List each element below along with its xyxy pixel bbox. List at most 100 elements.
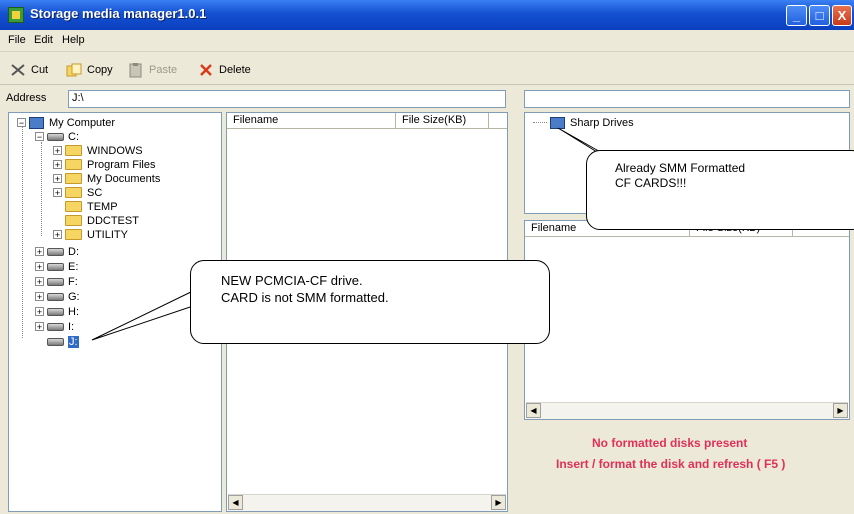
scissors-icon bbox=[11, 64, 25, 76]
menu-bar: File Edit Help bbox=[0, 30, 854, 52]
tree-label: UTILITY bbox=[87, 228, 128, 241]
maximize-button[interactable]: □ bbox=[809, 5, 830, 26]
tree-label: Sharp Drives bbox=[570, 116, 634, 129]
expand-icon[interactable]: + bbox=[53, 230, 62, 240]
tree-item-drive[interactable]: + I: bbox=[35, 320, 74, 333]
column-header-filename[interactable]: Filename bbox=[227, 113, 396, 128]
tree-item-folder[interactable]: + UTILITY bbox=[53, 228, 128, 241]
scroll-left-icon[interactable]: ◀ bbox=[526, 403, 541, 418]
tree-label: H: bbox=[68, 305, 79, 318]
drive-icon bbox=[47, 247, 64, 256]
folder-icon bbox=[65, 159, 82, 170]
horizontal-scrollbar[interactable]: ◀ ▶ bbox=[526, 402, 848, 419]
computer-icon bbox=[29, 116, 44, 129]
folder-icon bbox=[65, 187, 82, 198]
computer-icon bbox=[550, 116, 565, 129]
callout-text: Already SMM Formatted bbox=[615, 161, 746, 175]
column-header-filesize[interactable]: File Size(KB) bbox=[396, 113, 489, 128]
horizontal-scrollbar[interactable]: ◀ ▶ bbox=[228, 494, 506, 511]
paste-icon bbox=[129, 63, 142, 78]
address-input[interactable]: J:\ bbox=[68, 90, 506, 108]
expand-icon[interactable]: + bbox=[35, 247, 44, 257]
status-message-secondary: Insert / format the disk and refresh ( F… bbox=[556, 457, 786, 471]
scroll-right-icon[interactable]: ▶ bbox=[833, 403, 848, 418]
close-button[interactable]: X bbox=[832, 5, 852, 26]
drive-icon bbox=[47, 337, 64, 346]
tree-label: G: bbox=[68, 290, 80, 303]
expand-icon[interactable]: + bbox=[35, 322, 44, 332]
drive-icon bbox=[47, 307, 64, 316]
tree-label: D: bbox=[68, 245, 79, 258]
expand-icon[interactable]: + bbox=[53, 188, 62, 198]
tree-item-folder[interactable]: DDCTEST bbox=[65, 214, 139, 227]
paste-button[interactable]: Paste bbox=[128, 61, 177, 79]
cut-label: Cut bbox=[31, 64, 49, 76]
scroll-left-icon[interactable]: ◀ bbox=[228, 495, 243, 510]
expand-icon[interactable]: + bbox=[35, 292, 44, 302]
folder-icon bbox=[65, 173, 82, 184]
tree-label: DDCTEST bbox=[87, 214, 139, 227]
tree-item-drive-selected[interactable]: J: bbox=[47, 335, 79, 348]
title-bar: Storage media manager1.0.1 _ □ X bbox=[0, 0, 854, 30]
drive-icon bbox=[47, 277, 64, 286]
tree-item-drive[interactable]: + H: bbox=[35, 305, 79, 318]
address-input-right[interactable] bbox=[524, 90, 850, 108]
tree-item-drive[interactable]: + E: bbox=[35, 260, 78, 273]
tree-label: TEMP bbox=[87, 200, 118, 213]
tree-label: F: bbox=[68, 275, 78, 288]
menu-file[interactable]: File bbox=[8, 34, 26, 46]
expand-icon[interactable]: + bbox=[35, 307, 44, 317]
tree-label: My Computer bbox=[49, 116, 116, 129]
window-title: Storage media manager1.0.1 bbox=[30, 6, 207, 21]
expand-icon[interactable]: + bbox=[35, 277, 44, 287]
tree-label: WINDOWS bbox=[87, 144, 143, 157]
expand-icon[interactable]: + bbox=[53, 174, 62, 184]
tree-item-folder[interactable]: + Program Files bbox=[53, 158, 155, 171]
tree-item-drive[interactable]: + G: bbox=[35, 290, 80, 303]
menu-edit[interactable]: Edit bbox=[34, 34, 53, 46]
menu-help[interactable]: Help bbox=[62, 34, 85, 46]
drive-icon bbox=[47, 322, 64, 331]
folder-icon bbox=[65, 215, 82, 226]
tree-item-my-computer[interactable]: − My Computer bbox=[17, 116, 115, 129]
tree-label: SC bbox=[87, 186, 103, 199]
callout-new-drive: NEW PCMCIA-CF drive. CARD is not SMM for… bbox=[190, 260, 550, 344]
tree-item-folder[interactable]: + WINDOWS bbox=[53, 144, 143, 157]
tree-label: Program Files bbox=[87, 158, 156, 171]
status-message-primary: No formatted disks present bbox=[592, 436, 748, 450]
paste-label: Paste bbox=[149, 64, 178, 76]
toolbar: Cut Copy Paste Delete bbox=[0, 53, 854, 85]
delete-icon bbox=[200, 64, 212, 76]
column-header-row: Filename File Size(KB) bbox=[227, 113, 507, 129]
folder-icon bbox=[65, 145, 82, 156]
expand-icon[interactable]: + bbox=[53, 146, 62, 156]
tree-label: C: bbox=[68, 130, 79, 143]
folder-icon bbox=[65, 229, 82, 240]
tree-item-folder[interactable]: TEMP bbox=[65, 200, 118, 213]
tree-item-folder[interactable]: + SC bbox=[53, 186, 102, 199]
address-label: Address bbox=[6, 92, 47, 104]
delete-button[interactable]: Delete bbox=[198, 61, 251, 79]
copy-icon bbox=[66, 63, 82, 77]
folder-icon bbox=[65, 201, 82, 212]
collapse-icon[interactable]: − bbox=[35, 132, 44, 142]
app-icon bbox=[8, 7, 24, 23]
callout-formatted-cards: Already SMM Formatted CF CARDS!!! bbox=[586, 150, 854, 230]
tree-item-drive[interactable]: + D: bbox=[35, 245, 79, 258]
collapse-icon[interactable]: − bbox=[17, 118, 26, 128]
cut-button[interactable]: Cut bbox=[10, 61, 48, 79]
tree-label: J: bbox=[68, 335, 79, 348]
copy-button[interactable]: Copy bbox=[66, 61, 113, 79]
tree-item-drive[interactable]: + F: bbox=[35, 275, 78, 288]
tree-item-folder[interactable]: + My Documents bbox=[53, 172, 160, 185]
expand-icon[interactable]: + bbox=[53, 160, 62, 170]
minimize-button[interactable]: _ bbox=[786, 5, 807, 26]
tree-label: I: bbox=[68, 320, 75, 333]
tree-item-c-drive[interactable]: − C: bbox=[35, 130, 79, 143]
tree-item-sharp-drives[interactable]: Sharp Drives bbox=[533, 116, 634, 129]
drive-icon bbox=[47, 132, 64, 141]
delete-label: Delete bbox=[219, 64, 251, 76]
expand-icon[interactable]: + bbox=[35, 262, 44, 272]
file-list-right[interactable]: Filename File Size(KB) ◀ ▶ bbox=[524, 220, 850, 420]
scroll-right-icon[interactable]: ▶ bbox=[491, 495, 506, 510]
